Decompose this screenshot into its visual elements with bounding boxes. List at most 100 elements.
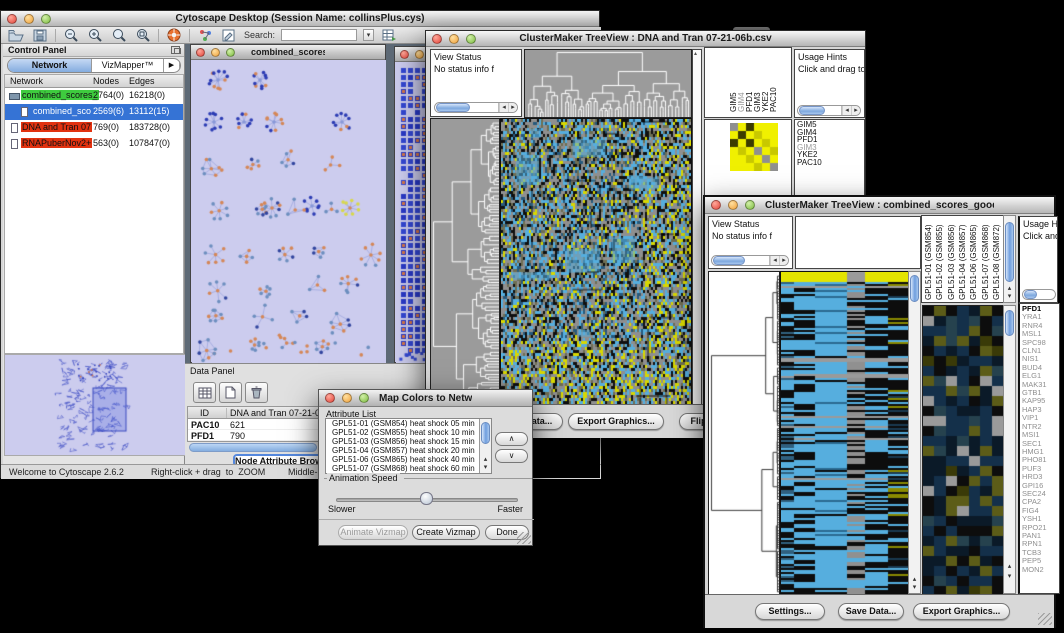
- network-table-header[interactable]: Network Nodes Edges: [5, 75, 183, 88]
- minimize-button[interactable]: [211, 48, 220, 57]
- row-label[interactable]: PAC10: [797, 159, 864, 167]
- column-label[interactable]: GPL51-07 (GSM868): [981, 224, 990, 300]
- dialog-titlebar[interactable]: Map Colors to Network: [319, 390, 532, 407]
- slider-thumb[interactable]: [420, 492, 433, 505]
- zoom-button[interactable]: [745, 200, 755, 210]
- export-graphics-button[interactable]: Export Graphics...: [568, 413, 664, 430]
- row-dendrogram-canvas[interactable]: [708, 271, 780, 596]
- zoom-button[interactable]: [359, 393, 369, 403]
- export-graphics-button[interactable]: Export Graphics...: [913, 603, 1010, 620]
- usage-hints-scrollbar[interactable]: ◂▸: [797, 105, 861, 116]
- attribute-item[interactable]: GPL51-01 (GSM854) heat shock 05 min: [329, 419, 491, 428]
- help-lifebuoy-icon[interactable]: [165, 28, 183, 42]
- close-button[interactable]: [7, 14, 17, 24]
- heatmap-scrollbar[interactable]: ▴▾: [908, 271, 921, 594]
- view-status-scrollbar[interactable]: ◂▸: [434, 102, 518, 113]
- col-header-network[interactable]: Network: [10, 76, 43, 86]
- close-button[interactable]: [196, 48, 205, 57]
- network1-canvas[interactable]: [192, 60, 386, 363]
- id-column-header[interactable]: ID: [200, 408, 209, 418]
- delete-attribute-trash-icon[interactable]: [245, 382, 268, 403]
- resize-grip[interactable]: [517, 532, 531, 544]
- zoom-scrollbar[interactable]: ▴▾: [1003, 305, 1016, 594]
- search-dropdown-icon[interactable]: ▾: [363, 29, 374, 41]
- column-label[interactable]: GPL51-04 (GSM857): [958, 224, 967, 300]
- node-editor-icon[interactable]: [196, 28, 214, 42]
- column-label[interactable]: GPL51-03 (GSM856): [947, 224, 956, 300]
- save-icon[interactable]: [31, 28, 49, 42]
- heatmap-canvas[interactable]: [500, 118, 692, 406]
- network-row[interactable]: combined_scores_2764(0)16218(0): [5, 88, 183, 104]
- attribute-item[interactable]: GPL51-07 (GSM868) heat shock 60 min: [329, 464, 491, 473]
- treeview1-titlebar[interactable]: ClusterMaker TreeView : DNA and Tran 07-…: [426, 31, 865, 47]
- data-panel-hscrollbar[interactable]: [189, 443, 317, 452]
- tab-overflow-icon[interactable]: ▶: [164, 59, 180, 72]
- search-input[interactable]: [281, 29, 357, 41]
- attribute-item[interactable]: GPL51-02 (GSM855) heat shock 10 min: [329, 428, 491, 437]
- column-label[interactable]: GPL51-01 (GSM854): [924, 224, 933, 300]
- new-attribute-icon[interactable]: [219, 382, 242, 403]
- attribute-item[interactable]: GPL51-06 (GSM865) heat shock 40 min: [329, 455, 491, 464]
- column-label[interactable]: GPL51-02 (GSM855): [935, 224, 944, 300]
- tab-vizmapper[interactable]: VizMapper™: [92, 59, 164, 72]
- close-button[interactable]: [432, 34, 442, 44]
- close-button[interactable]: [325, 393, 335, 403]
- main-titlebar[interactable]: Cytoscape Desktop (Session Name: collins…: [1, 11, 599, 27]
- animate-vizmap-button[interactable]: Animate Vizmap: [338, 525, 408, 540]
- column-label[interactable]: GPL51-08 (GSM872): [992, 224, 1001, 300]
- zoom-out-icon[interactable]: [62, 28, 80, 42]
- scroll-gutter[interactable]: ▴: [692, 49, 702, 405]
- zoom-selected-icon[interactable]: [134, 28, 152, 42]
- treeview2-titlebar[interactable]: ClusterMaker TreeView : combined_scores_…: [705, 197, 1054, 214]
- col-header-nodes[interactable]: Nodes: [93, 76, 119, 86]
- create-vizmap-button[interactable]: Create Vizmap: [412, 525, 480, 540]
- zoom-button[interactable]: [226, 48, 235, 57]
- tv1-column-labels[interactable]: GIM5GIM4PFD1GIM3YKE2PAC10: [729, 50, 787, 116]
- import-table-icon[interactable]: [380, 28, 398, 42]
- network1-titlebar[interactable]: combined_scores_good.txt--cluste...: [191, 45, 385, 60]
- resize-grip[interactable]: [1038, 613, 1052, 625]
- network-row[interactable]: RNAPuberNov2+563(0)107847(0): [5, 136, 183, 152]
- move-up-button[interactable]: ∧: [495, 432, 528, 446]
- column-dendrogram-area[interactable]: [795, 216, 921, 269]
- open-file-icon[interactable]: [7, 28, 25, 42]
- close-button[interactable]: [711, 200, 721, 210]
- minimize-button[interactable]: [728, 200, 738, 210]
- move-down-button[interactable]: ∨: [495, 449, 528, 463]
- column-labels-scrollbar[interactable]: ▴▾: [1003, 215, 1016, 303]
- minimize-button[interactable]: [415, 50, 424, 59]
- annotation-icon[interactable]: [220, 28, 238, 42]
- zoom-matrix-canvas[interactable]: [730, 123, 778, 171]
- network-overview-canvas[interactable]: [4, 354, 186, 456]
- network-row[interactable]: DNA and Tran 07769(0)183728(0): [5, 120, 183, 136]
- zoom-in-icon[interactable]: [86, 28, 104, 42]
- network-row[interactable]: combined_sco2569(6)13112(15): [5, 104, 183, 120]
- usage-hints-scrollbar[interactable]: [1022, 289, 1056, 300]
- zoom-fit-icon[interactable]: [110, 28, 128, 42]
- attribute-item[interactable]: GPL51-03 (GSM856) heat shock 15 min: [329, 437, 491, 446]
- attribute-select-icon[interactable]: [193, 382, 216, 403]
- minimize-button[interactable]: [342, 393, 352, 403]
- attribute-item[interactable]: GPL51-04 (GSM857) heat shock 20 min: [329, 446, 491, 455]
- close-button[interactable]: [400, 50, 409, 59]
- zoom-button[interactable]: [466, 34, 476, 44]
- view-status-scrollbar[interactable]: ◂▸: [711, 255, 789, 266]
- zoom-heatmap-canvas[interactable]: [922, 305, 1004, 596]
- column-dendrogram-canvas[interactable]: [524, 49, 692, 118]
- tab-network[interactable]: Network: [8, 59, 92, 72]
- column-label[interactable]: GPL51-06 (GSM865): [969, 224, 978, 300]
- col-header-edges[interactable]: Edges: [129, 76, 155, 86]
- save-data-button[interactable]: Save Data...: [838, 603, 904, 620]
- zoom-button[interactable]: [41, 14, 51, 24]
- attribute-list-scrollbar[interactable]: ▴ ▾: [479, 419, 491, 473]
- gene-labels-list[interactable]: PFD1YRA1RNR4MSL1SPC98CLN1NIS1BUD4ELG1MAK…: [1018, 303, 1060, 594]
- tv2-column-labels[interactable]: GPL51-01 (GSM854)GPL51-02 (GSM855)GPL51-…: [924, 218, 1003, 302]
- minimize-button[interactable]: [449, 34, 459, 44]
- column-label[interactable]: PAC10: [769, 87, 778, 112]
- heatmap-canvas[interactable]: [780, 271, 909, 596]
- row-dendrogram-canvas[interactable]: [430, 118, 500, 406]
- float-panel-icon[interactable]: [171, 46, 180, 54]
- settings-button[interactable]: Settings...: [755, 603, 825, 620]
- minimize-button[interactable]: [24, 14, 34, 24]
- gene-label[interactable]: MON2: [1022, 566, 1059, 574]
